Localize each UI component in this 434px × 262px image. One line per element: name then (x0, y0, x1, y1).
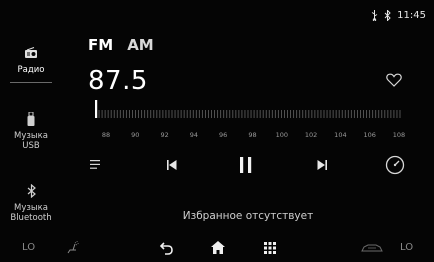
radio-screen: 11:45 Радио Музыка USB Музыка Bluetooth … (0, 0, 434, 262)
bottom-bar: LO LO (0, 236, 434, 262)
bluetooth-icon (27, 182, 36, 200)
left-temperature[interactable]: LO (22, 242, 35, 253)
car-climate-icon[interactable] (360, 241, 384, 255)
scale-label: 108 (392, 131, 406, 139)
source-sidebar: Радио Музыка USB Музыка Bluetooth (0, 30, 62, 230)
radio-icon (24, 44, 38, 62)
scan-dial-icon[interactable] (384, 154, 406, 176)
home-icon[interactable] (210, 239, 226, 255)
scale-label: 106 (363, 131, 376, 139)
sidebar-item-label: Радио (17, 65, 45, 75)
pause-icon[interactable] (236, 155, 256, 175)
scale-label: 92 (160, 131, 169, 139)
seat-heater-icon[interactable] (62, 240, 84, 256)
bluetooth-icon (384, 10, 391, 21)
status-bar: 11:45 (371, 10, 426, 21)
band-am-tab[interactable]: AM (127, 36, 154, 54)
station-list-icon[interactable] (88, 158, 104, 170)
apps-grid-icon[interactable] (262, 240, 278, 256)
band-fm-tab[interactable]: FM (88, 36, 113, 54)
favorites-empty-message: Избранное отсутствует (182, 210, 314, 222)
scale-label: 98 (248, 131, 257, 139)
frequency-display: 87.5 (88, 66, 148, 96)
tuning-scale[interactable] (94, 98, 410, 120)
scale-label: 104 (334, 131, 347, 139)
scale-label: 94 (189, 131, 199, 139)
frequency-needle[interactable] (95, 100, 98, 118)
band-selector: FM AM (88, 36, 154, 54)
back-icon[interactable] (158, 240, 174, 256)
scale-label: 90 (131, 131, 140, 139)
right-temperature[interactable]: LO (400, 242, 413, 253)
sidebar-item-radio[interactable]: Радио (0, 44, 62, 83)
usb-icon (371, 10, 378, 21)
tuning-scale-labels: 88 90 92 94 96 98 100 102 104 106 108 (88, 131, 418, 141)
favorite-heart-icon[interactable] (386, 72, 402, 91)
sidebar-item-label: Музыка USB (14, 131, 48, 151)
playback-controls (0, 150, 434, 180)
scale-label: 88 (101, 131, 111, 139)
next-station-icon[interactable] (312, 158, 332, 172)
clock: 11:45 (397, 10, 426, 21)
previous-station-icon[interactable] (162, 158, 182, 172)
scale-label: 100 (275, 131, 289, 139)
usb-stick-icon (27, 110, 35, 128)
scale-label: 102 (304, 131, 318, 139)
scale-label: 96 (219, 131, 228, 139)
sidebar-item-usb-music[interactable]: Музыка USB (0, 110, 62, 151)
